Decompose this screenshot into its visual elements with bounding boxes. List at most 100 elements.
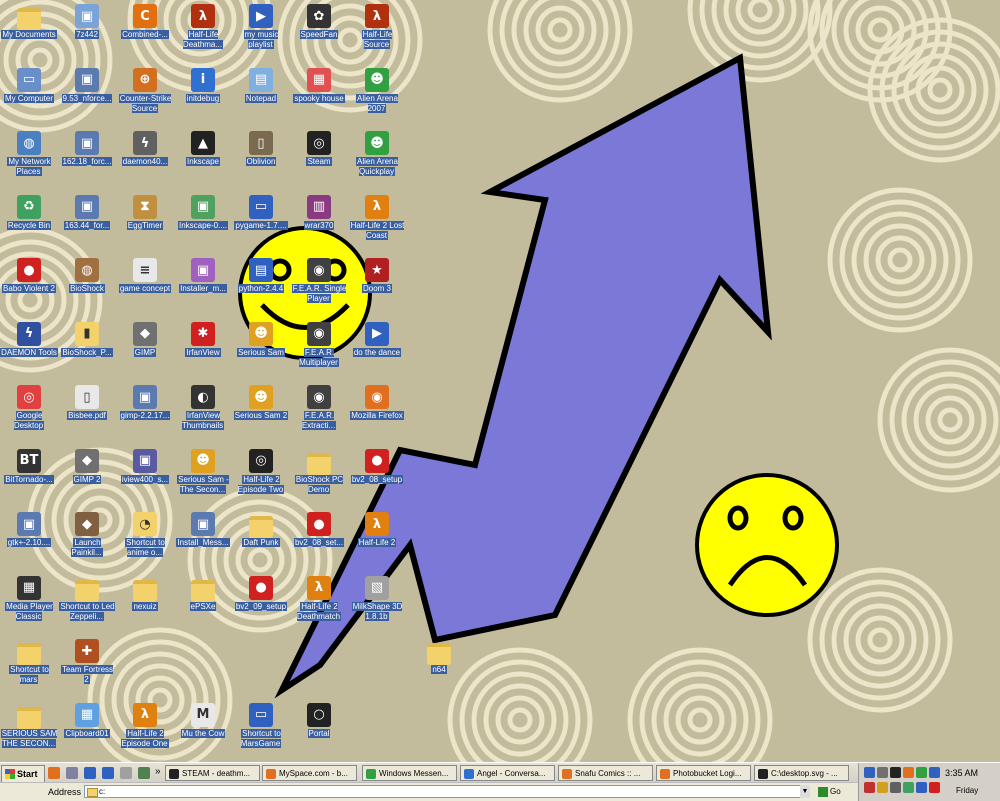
desktop-icon[interactable]: ◉ F.E.A.R. Single Player bbox=[290, 256, 348, 316]
desktop-icon[interactable]: BT BitTornado-... bbox=[0, 447, 58, 507]
desktop-icon[interactable]: M Mu the Cow bbox=[174, 701, 232, 761]
network-tray-icon[interactable] bbox=[864, 767, 875, 778]
desktop-icon[interactable]: ○ Portal bbox=[290, 701, 348, 761]
task-button[interactable]: Windows Messen... bbox=[362, 765, 457, 781]
clock[interactable]: 3:35 AM bbox=[945, 768, 978, 778]
desktop-icon[interactable]: ▶ do the dance bbox=[348, 320, 406, 380]
desktop-icon[interactable]: ▲ Inkscape bbox=[174, 129, 232, 189]
desktop-icon[interactable]: ◔ Shortcut to anime o... bbox=[116, 510, 174, 570]
desktop-icon[interactable]: ▦ spooky house bbox=[290, 66, 348, 126]
desktop-icon[interactable]: ◆ GIMP 2 bbox=[58, 447, 116, 507]
update-tray-icon[interactable] bbox=[877, 782, 888, 793]
device-tray-icon[interactable] bbox=[890, 782, 901, 793]
desktop-icon[interactable]: ▣ gtk+-2.10.... bbox=[0, 510, 58, 570]
desktop-icon[interactable]: ◆ Launch Painkil... bbox=[58, 510, 116, 570]
desktop-icon[interactable]: ▣ Installer_m... bbox=[174, 256, 232, 316]
desktop-icon[interactable]: ◍ BioShock bbox=[58, 256, 116, 316]
task-button[interactable]: MySpace.com - b... bbox=[262, 765, 357, 781]
desktop-icon[interactable]: ePSXe bbox=[174, 574, 232, 634]
desktop-icon[interactable]: ▣ Inkscape-0.... bbox=[174, 193, 232, 253]
desktop-icon[interactable]: BioShock PC Demo bbox=[290, 447, 348, 507]
desktop-icon[interactable]: ☻ Serious Sam 2 bbox=[232, 383, 290, 443]
desktop-icon[interactable]: λ Half-Life Source bbox=[348, 2, 406, 62]
desktop-icon[interactable]: ☻ Serious Sam bbox=[232, 320, 290, 380]
desktop-icon[interactable]: ▥ wrar370 bbox=[290, 193, 348, 253]
desktop-icon[interactable]: ♻ Recycle Bin bbox=[0, 193, 58, 253]
display-tray-icon[interactable] bbox=[916, 782, 927, 793]
desktop-icon[interactable]: ▣ 7z442 bbox=[58, 2, 116, 62]
desktop-icon[interactable]: ◉ F.E.A.R. Extracti... bbox=[290, 383, 348, 443]
desktop-icon[interactable]: ▣ 162.18_forc... bbox=[58, 129, 116, 189]
desktop-icon[interactable]: ◎ Half-Life 2 Episode Two bbox=[232, 447, 290, 507]
desktop-icon[interactable]: ◎ Google Desktop bbox=[0, 383, 58, 443]
media-player-icon[interactable] bbox=[84, 767, 96, 779]
desktop-icon[interactable]: ▣ iview400_s... bbox=[116, 447, 174, 507]
address-input[interactable] bbox=[84, 785, 802, 798]
antivirus-tray-icon[interactable] bbox=[929, 782, 940, 793]
desktop-icon[interactable]: ◍ My Network Places bbox=[0, 129, 58, 189]
desktop-icon[interactable]: ▣ 9.53_nforce... bbox=[58, 66, 116, 126]
desktop-icon[interactable]: ▧ MilkShape 3D 1.8.1b bbox=[348, 574, 406, 634]
desktop-icon[interactable]: ◆ GIMP bbox=[116, 320, 174, 380]
desktop-icon[interactable]: ◉ Mozilla Firefox bbox=[348, 383, 406, 443]
desktop-icon[interactable]: ▦ Media Player Classic bbox=[0, 574, 58, 634]
desktop-icon[interactable]: ● bv2_08_setup bbox=[348, 447, 406, 507]
messenger-tray-icon[interactable] bbox=[916, 767, 927, 778]
desktop-icon[interactable]: ≡ game concept bbox=[116, 256, 174, 316]
speaker-tray-icon[interactable] bbox=[877, 767, 888, 778]
desktop-icon[interactable]: C Combined-... bbox=[116, 2, 174, 62]
monitor-tray-icon[interactable] bbox=[929, 767, 940, 778]
desktop-icon[interactable]: i initdebug bbox=[174, 66, 232, 126]
show-desktop-icon[interactable] bbox=[138, 767, 150, 779]
desktop-icon[interactable]: ▮ BioShock_P... bbox=[58, 320, 116, 380]
desktop-icon[interactable]: ★ Doom 3 bbox=[348, 256, 406, 316]
cd-icon[interactable] bbox=[66, 767, 78, 779]
address-dropdown-button[interactable]: ▼ bbox=[800, 785, 810, 798]
desktop-icon[interactable]: Daft Punk bbox=[232, 510, 290, 570]
desktop-icon[interactable]: ☻ Serious Sam - The Secon... bbox=[174, 447, 232, 507]
desktop-icon[interactable]: nexuiz bbox=[116, 574, 174, 634]
desktop-icon[interactable]: Shortcut to mars bbox=[0, 637, 58, 697]
desktop-icon[interactable]: ▤ python-2.4.4 bbox=[232, 256, 290, 316]
desktop-icon[interactable]: ☻ Alien Arena Quickplay bbox=[348, 129, 406, 189]
desktop-icon[interactable]: My Documents bbox=[0, 2, 58, 62]
desktop-icon[interactable]: ▭ Shortcut to MarsGame bbox=[232, 701, 290, 761]
desktop-icon[interactable]: ϟ daemon40... bbox=[116, 129, 174, 189]
security-tray-icon[interactable] bbox=[864, 782, 875, 793]
steam-tray-icon[interactable] bbox=[890, 767, 901, 778]
desktop-icon[interactable]: ▦ Clipboard01 bbox=[58, 701, 116, 761]
task-button[interactable]: Snafu Comics :: ... bbox=[558, 765, 653, 781]
desktop[interactable]: My Documents ▣ 7z442 C Combined-... λ Half-Lif… bbox=[0, 0, 1000, 762]
desktop-icon[interactable]: ◐ IrfanView Thumbnails bbox=[174, 383, 232, 443]
desktop-icon[interactable]: ▤ Notepad bbox=[232, 66, 290, 126]
quick-launch-overflow[interactable]: » bbox=[155, 766, 161, 777]
desktop-icon[interactable]: ● Babo Violent 2 bbox=[0, 256, 58, 316]
power-tray-icon[interactable] bbox=[903, 782, 914, 793]
task-button[interactable]: STEAM - deathm... bbox=[165, 765, 260, 781]
desktop-icon[interactable]: ▭ pygame-1.7.... bbox=[232, 193, 290, 253]
desktop-icon[interactable]: ▣ 163.44_for... bbox=[58, 193, 116, 253]
desktop-icon[interactable]: ⧗ EggTimer bbox=[116, 193, 174, 253]
xfire-tray-icon[interactable] bbox=[903, 767, 914, 778]
desktop-icon[interactable]: ✚ Team Fortress 2 bbox=[58, 637, 116, 697]
desktop-icon[interactable]: ◉ F.E.A.R. Multiplayer bbox=[290, 320, 348, 380]
task-button[interactable]: C:\desktop.svg - ... bbox=[754, 765, 849, 781]
desktop-icon[interactable]: ◎ Steam bbox=[290, 129, 348, 189]
desktop-icon[interactable]: ▣ gimp-2.2.17... bbox=[116, 383, 174, 443]
desktop-icon[interactable]: ▯ Oblivion bbox=[232, 129, 290, 189]
desktop-icon[interactable]: SERIOUS SAM THE SECON... bbox=[0, 701, 58, 761]
firefox-icon[interactable] bbox=[48, 767, 60, 779]
desktop-icon[interactable]: ▭ My Computer bbox=[0, 66, 58, 126]
desktop-icon[interactable]: λ Half-Life 2 Lost Coast bbox=[348, 193, 406, 253]
desktop-icon[interactable]: ● bv2_08_set... bbox=[290, 510, 348, 570]
desktop-icon[interactable]: ⊕ Counter-Strike Source bbox=[116, 66, 174, 126]
task-button[interactable]: Angel - Conversa... bbox=[460, 765, 555, 781]
desktop-icon[interactable]: ☻ Alien Arena 2007 bbox=[348, 66, 406, 126]
desktop-icon[interactable]: ✿ SpeedFan bbox=[290, 2, 348, 62]
desktop-icon[interactable]: ▯ Bisbee.pdf bbox=[58, 383, 116, 443]
media-player-icon[interactable] bbox=[102, 767, 114, 779]
desktop-icon[interactable]: n64 bbox=[410, 637, 468, 697]
desktop-icon[interactable]: λ Half-Life 2 Deathmatch bbox=[290, 574, 348, 634]
desktop-icon[interactable]: ✱ IrfanView bbox=[174, 320, 232, 380]
start-button[interactable]: Start bbox=[1, 765, 45, 783]
